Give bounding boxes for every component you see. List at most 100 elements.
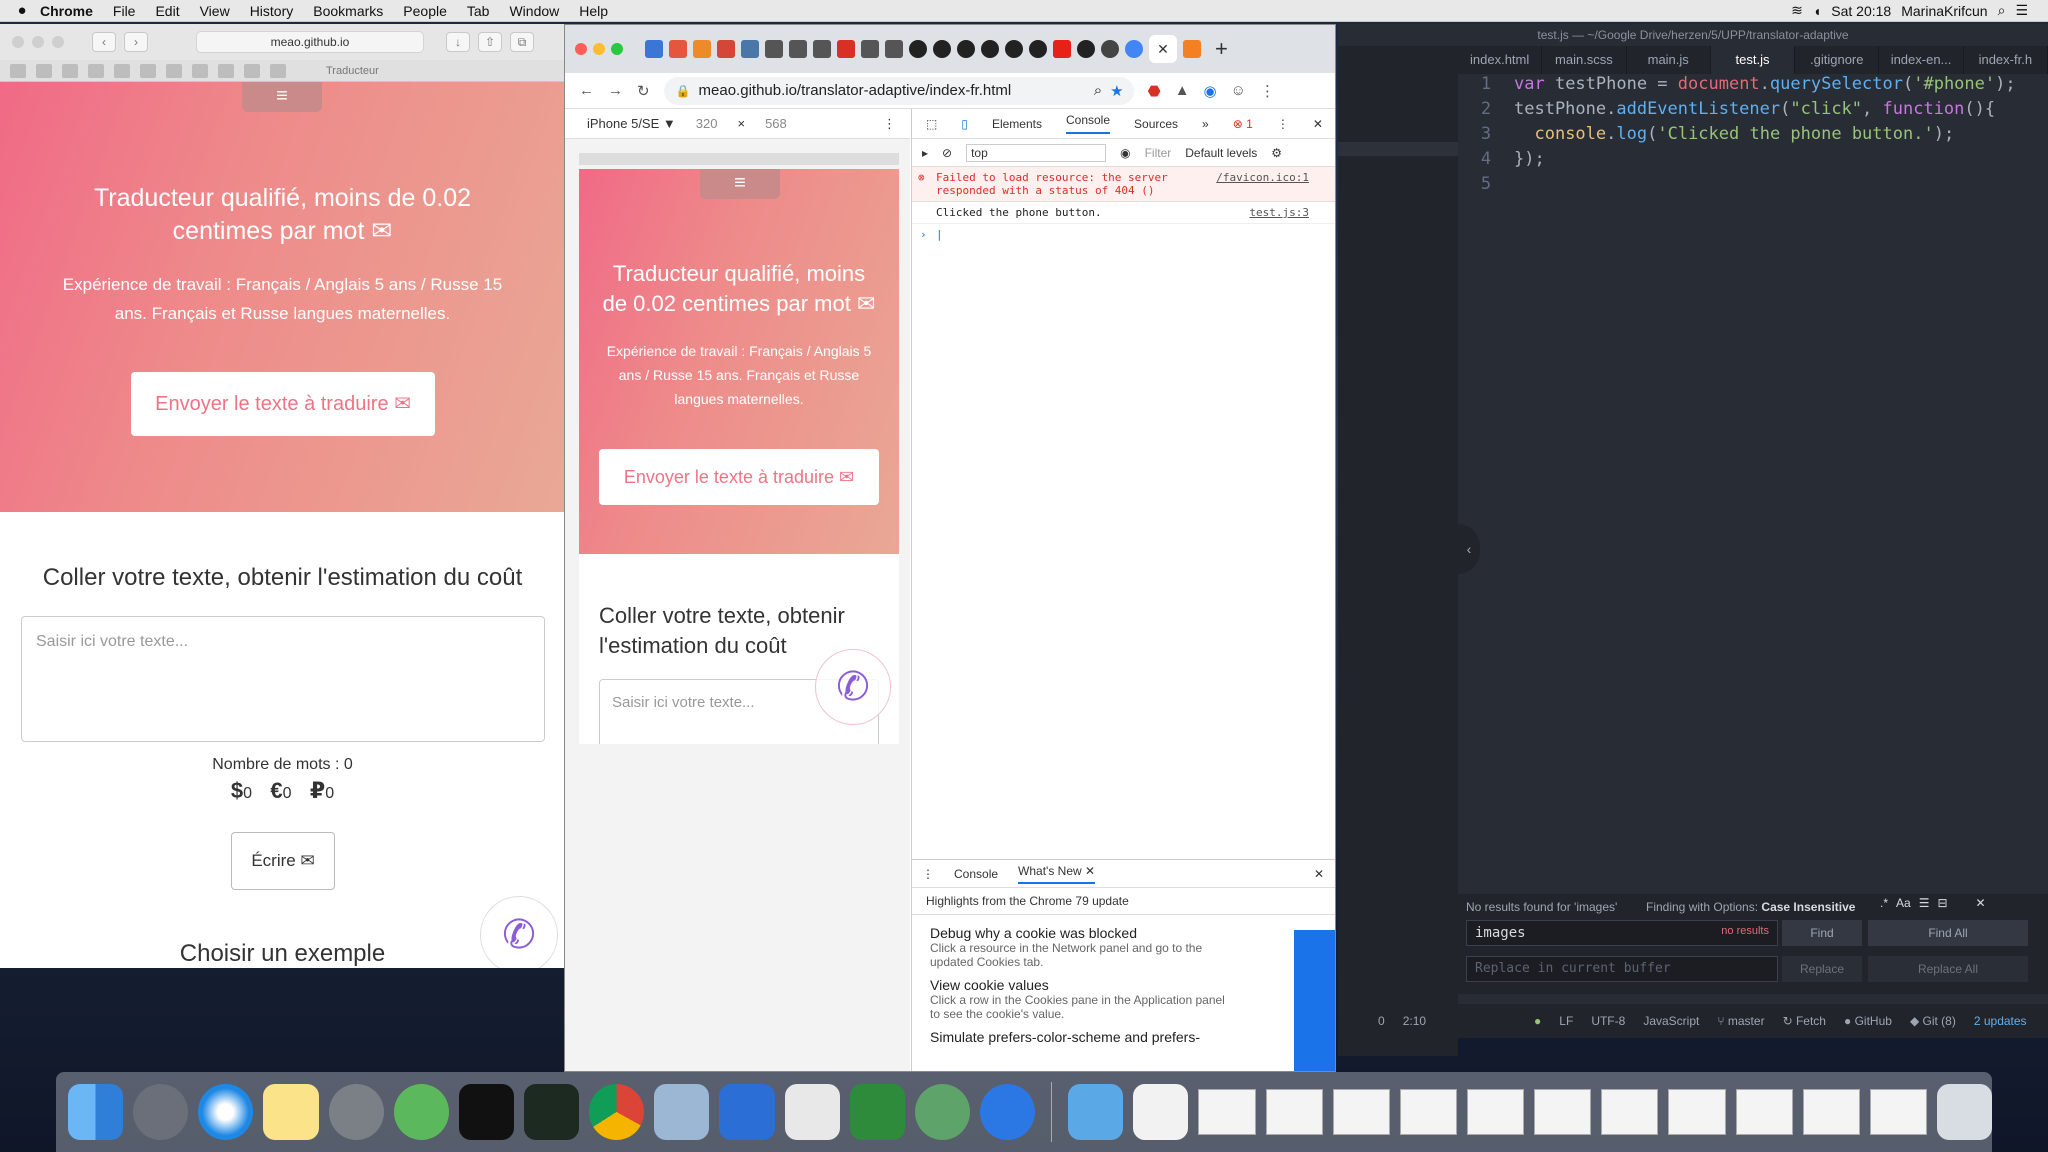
volume-icon[interactable]: ◖	[1813, 3, 1821, 19]
back-button[interactable]: ‹	[92, 32, 116, 52]
tab-favicon-icon[interactable]	[813, 40, 831, 58]
menu-help[interactable]: Help	[569, 3, 618, 19]
active-tab-close-icon[interactable]: ✕	[1149, 35, 1177, 63]
console-prompt[interactable]: › |	[912, 224, 1335, 245]
menu-people[interactable]: People	[393, 3, 457, 19]
safari-icon[interactable]	[198, 1084, 254, 1140]
atom-icon[interactable]	[393, 1084, 449, 1140]
devtools-menu-icon[interactable]: ⋮	[1277, 117, 1289, 131]
trash-icon[interactable]	[1936, 1084, 1993, 1140]
favorite-icon[interactable]	[114, 63, 130, 78]
github-icon[interactable]	[909, 40, 927, 58]
find-close-icon[interactable]: ✕	[1976, 896, 1986, 910]
editor-tab[interactable]: main.scss	[1542, 46, 1627, 74]
clear-console-icon[interactable]: ⊘	[942, 146, 952, 160]
drawer-tab-console[interactable]: Console	[954, 867, 998, 881]
console-filter-input[interactable]: Filter	[1145, 146, 1172, 160]
launchpad-icon[interactable]	[133, 1084, 189, 1140]
status-git[interactable]: ◆ Git (8)	[1910, 1014, 1956, 1028]
send-text-button[interactable]: Envoyer le texte à traduire ✉	[131, 372, 435, 436]
news-title[interactable]: Debug why a cookie was blocked	[930, 925, 1236, 941]
device-toggle-icon[interactable]: ▯	[961, 117, 968, 131]
status-branch[interactable]: ⑂ master	[1717, 1014, 1764, 1028]
favorite-icon[interactable]	[36, 63, 52, 78]
forward-button[interactable]: ›	[124, 32, 148, 52]
favorite-icon[interactable]	[270, 63, 286, 78]
bookmark-star-icon[interactable]: ★	[1110, 82, 1133, 100]
download-icon[interactable]: ↓	[446, 32, 470, 52]
drawer-close-icon[interactable]: ✕	[1314, 867, 1335, 881]
sidebar-toggle-icon[interactable]: ▸	[922, 146, 928, 160]
tab-favicon-icon[interactable]	[741, 40, 759, 58]
back-arrow-icon[interactable]: ←	[579, 82, 594, 99]
minimized-window-thumbnail[interactable]	[1668, 1089, 1726, 1135]
status-updates[interactable]: 2 updates	[1974, 1014, 2027, 1028]
tab-favicon-icon[interactable]	[861, 40, 879, 58]
phone-icon[interactable]: ✆	[480, 896, 558, 968]
activity-monitor-icon[interactable]	[523, 1084, 580, 1140]
minimize-window-icon[interactable]	[593, 43, 605, 55]
write-button[interactable]: Écrire ✉	[231, 832, 335, 890]
menu-window[interactable]: Window	[499, 3, 569, 19]
zoom-window-icon[interactable]	[611, 43, 623, 55]
adblock-icon[interactable]: ⬣	[1148, 82, 1161, 100]
favorite-icon[interactable]	[244, 63, 260, 78]
safari-tab-label[interactable]: Traducteur	[326, 65, 379, 77]
device-more-icon[interactable]: ⋮	[883, 116, 910, 132]
favorite-icon[interactable]	[192, 63, 208, 78]
notes-icon[interactable]	[263, 1084, 319, 1140]
device-select[interactable]: iPhone 5/SE ▼	[587, 116, 676, 131]
error-source-link[interactable]: /favicon.ico:1	[1216, 171, 1309, 184]
tree-view-selected[interactable]	[1338, 142, 1458, 156]
favorite-icon[interactable]	[88, 63, 104, 78]
menu-history[interactable]: History	[240, 3, 304, 19]
log-source-link[interactable]: test.js:3	[1249, 206, 1309, 219]
github-icon[interactable]	[1077, 40, 1095, 58]
tab-favicon-icon[interactable]	[765, 40, 783, 58]
text-input-area[interactable]: Saisir ici votre texte...	[21, 616, 545, 742]
editor-tab[interactable]: index-en...	[1879, 46, 1964, 74]
console-settings-icon[interactable]: ⚙	[1271, 146, 1282, 160]
favorite-icon[interactable]	[10, 63, 26, 78]
tab-sources[interactable]: Sources	[1134, 117, 1178, 131]
device-height[interactable]: 568	[765, 116, 787, 131]
tab-favicon-icon[interactable]	[693, 40, 711, 58]
share-icon[interactable]: ⇧	[478, 32, 502, 52]
find-all-button[interactable]: Find All	[1868, 920, 2028, 946]
tab-favicon-icon[interactable]	[885, 40, 903, 58]
editor-tab-active[interactable]: test.js	[1710, 46, 1796, 74]
apple-menu-icon[interactable]: ●	[0, 2, 30, 19]
zoom-icon[interactable]: ⌕	[1094, 82, 1102, 99]
find-button[interactable]: Find	[1782, 920, 1862, 946]
minimized-window-thumbnail[interactable]	[1735, 1089, 1793, 1135]
app-icon[interactable]	[914, 1084, 970, 1140]
omnibox-url[interactable]: meao.github.io/translator-adaptive/index…	[699, 82, 1012, 99]
log-levels-select[interactable]: Default levels	[1185, 146, 1257, 160]
status-grammar[interactable]: JavaScript	[1643, 1014, 1699, 1028]
live-expression-icon[interactable]: ◉	[1120, 146, 1130, 160]
medium-icon[interactable]	[1029, 40, 1047, 58]
new-tab-icon[interactable]: +	[1215, 36, 1228, 62]
github-icon[interactable]	[933, 40, 951, 58]
status-fetch[interactable]: ↻ Fetch	[1783, 1014, 1826, 1028]
devtools-close-icon[interactable]: ✕	[1313, 117, 1323, 131]
word-icon[interactable]	[719, 1084, 775, 1140]
favorite-icon[interactable]	[62, 63, 78, 78]
minimized-window-thumbnail[interactable]	[1802, 1089, 1860, 1135]
safari-address-bar[interactable]: meao.github.io	[196, 31, 424, 53]
minimized-window-thumbnail[interactable]	[1399, 1089, 1457, 1135]
tabs-icon[interactable]: ⧉	[510, 32, 534, 52]
hamburger-menu-icon[interactable]: ≡	[242, 82, 322, 112]
forward-arrow-icon[interactable]: →	[608, 82, 623, 99]
case-toggle-icon[interactable]: Aa	[1896, 896, 1911, 910]
status-encoding[interactable]: UTF-8	[1591, 1014, 1625, 1028]
minimized-window-thumbnail[interactable]	[1198, 1089, 1256, 1135]
selection-toggle-icon[interactable]: ☰	[1919, 896, 1930, 910]
google-icon[interactable]	[1125, 40, 1143, 58]
medium-icon[interactable]	[957, 40, 975, 58]
status-zero[interactable]: 0	[1378, 1014, 1385, 1028]
finder-icon[interactable]	[68, 1084, 124, 1140]
tab-favicon-icon[interactable]	[669, 40, 687, 58]
error-counter[interactable]: ⊗ 1	[1233, 117, 1253, 131]
minimized-window-thumbnail[interactable]	[1601, 1089, 1659, 1135]
